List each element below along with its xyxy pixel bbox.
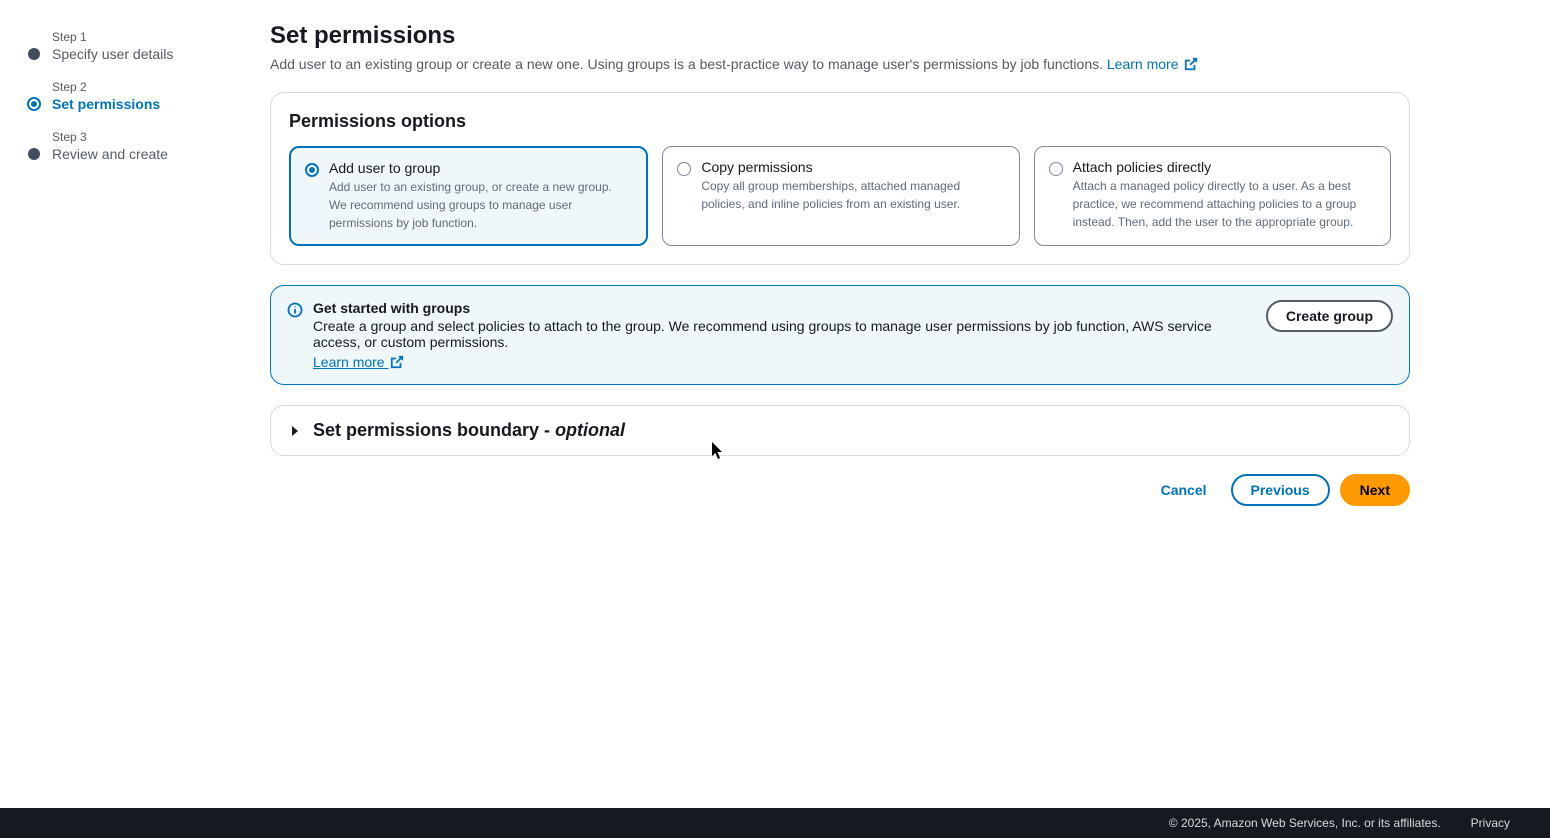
- page-header: Set permissions Add user to an existing …: [270, 22, 1410, 72]
- step-label: Step 2: [52, 80, 230, 94]
- permissions-boundary-expander[interactable]: Set permissions boundary - optional: [270, 405, 1410, 456]
- option-attach-policies-directly[interactable]: Attach policies directly Attach a manage…: [1034, 146, 1391, 246]
- option-desc: Copy all group memberships, attached man…: [701, 177, 1004, 213]
- step-title: Review and create: [52, 146, 230, 162]
- main-content: Set permissions Add user to an existing …: [250, 6, 1450, 808]
- get-started-info-box: Get started with groups Create a group a…: [270, 285, 1410, 385]
- learn-more-link[interactable]: Learn more: [1107, 56, 1198, 72]
- option-add-user-to-group[interactable]: Add user to group Add user to an existin…: [289, 146, 648, 246]
- create-group-button[interactable]: Create group: [1266, 300, 1393, 332]
- info-desc: Create a group and select policies to at…: [313, 318, 1256, 350]
- wizard-sidebar: Step 1 Specify user details Step 2 Set p…: [0, 6, 250, 808]
- option-desc: Add user to an existing group, or create…: [329, 178, 632, 232]
- optional-label: optional: [555, 420, 625, 440]
- step-indicator-icon: [28, 48, 40, 60]
- page-title: Set permissions: [270, 22, 1410, 50]
- step-indicator-icon: [28, 148, 40, 160]
- previous-button[interactable]: Previous: [1231, 474, 1330, 506]
- action-row: Cancel Previous Next: [270, 474, 1410, 506]
- caret-right-icon: [289, 425, 301, 437]
- page-footer: © 2025, Amazon Web Services, Inc. or its…: [0, 808, 1550, 838]
- step-title: Set permissions: [52, 96, 230, 112]
- privacy-link[interactable]: Privacy: [1471, 816, 1510, 830]
- step-3[interactable]: Step 3 Review and create: [28, 130, 230, 162]
- permissions-options-panel: Permissions options Add user to group Ad…: [270, 92, 1410, 265]
- option-title: Add user to group: [329, 160, 632, 176]
- external-link-icon: [1184, 57, 1198, 71]
- step-label: Step 1: [52, 30, 230, 44]
- step-2[interactable]: Step 2 Set permissions: [28, 80, 230, 112]
- option-copy-permissions[interactable]: Copy permissions Copy all group membersh…: [662, 146, 1019, 246]
- step-title: Specify user details: [52, 46, 230, 62]
- page-description: Add user to an existing group or create …: [270, 56, 1410, 72]
- info-learn-more-link[interactable]: Learn more: [313, 354, 404, 370]
- option-title: Attach policies directly: [1073, 159, 1376, 175]
- step-1[interactable]: Step 1 Specify user details: [28, 30, 230, 62]
- option-desc: Attach a managed policy directly to a us…: [1073, 177, 1376, 231]
- external-link-icon: [390, 355, 404, 369]
- cancel-button[interactable]: Cancel: [1147, 476, 1221, 504]
- option-title: Copy permissions: [701, 159, 1004, 175]
- radio-icon: [677, 162, 691, 176]
- info-title: Get started with groups: [313, 300, 1256, 316]
- step-indicator-active-icon: [27, 97, 41, 111]
- copyright-text: © 2025, Amazon Web Services, Inc. or its…: [1169, 816, 1441, 830]
- info-icon: [287, 302, 303, 318]
- radio-icon: [1049, 162, 1063, 176]
- options-row: Add user to group Add user to an existin…: [289, 146, 1391, 246]
- step-label: Step 3: [52, 130, 230, 144]
- panel-title: Permissions options: [289, 111, 1391, 132]
- expand-title: Set permissions boundary - optional: [313, 420, 625, 441]
- next-button[interactable]: Next: [1340, 474, 1410, 506]
- radio-icon: [305, 163, 319, 177]
